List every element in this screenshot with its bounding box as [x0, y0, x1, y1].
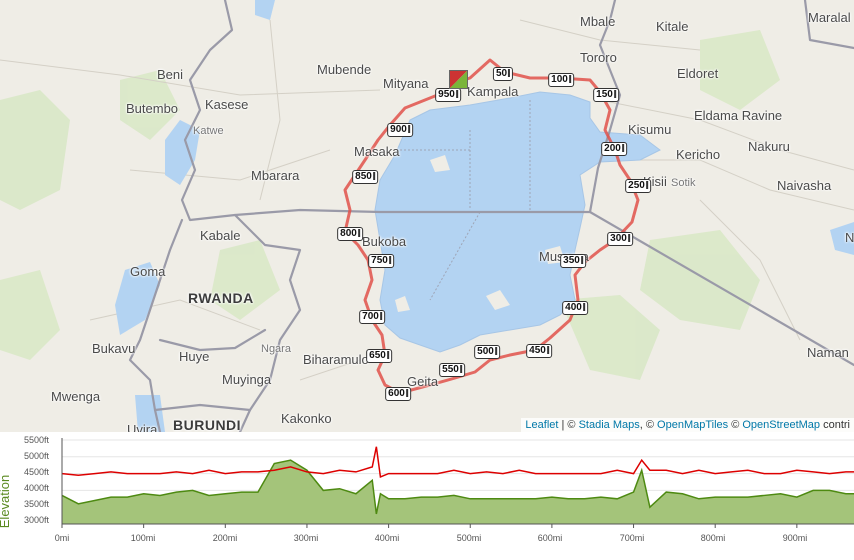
attribution-tail: contri: [820, 419, 850, 431]
mile-marker-600[interactable]: 600: [385, 387, 411, 401]
place-beni: Beni: [157, 67, 184, 82]
map-view[interactable]: Mbale Kitale Maralal Beni Mubende Mityan…: [0, 0, 854, 432]
place-kasese: Kasese: [205, 97, 249, 112]
attribution-separator: , ©: [639, 419, 658, 431]
place-bukavu: Bukavu: [92, 341, 136, 356]
start-finish-marker[interactable]: [449, 70, 468, 89]
place-eldama-ravine: Eldama Ravine: [694, 108, 783, 123]
attribution-separator: ©: [728, 419, 743, 431]
mile-marker-750[interactable]: 750: [368, 254, 394, 268]
place-ngara: Ngara: [261, 343, 291, 355]
place-butembo: Butembo: [126, 101, 179, 116]
leaflet-link[interactable]: Leaflet: [525, 419, 558, 431]
mile-marker-700[interactable]: 700: [359, 310, 385, 324]
place-goma: Goma: [130, 264, 166, 279]
place-rwanda: RWANDA: [188, 290, 254, 306]
mile-marker-350[interactable]: 350: [560, 254, 586, 268]
attribution-separator: | ©: [558, 419, 579, 431]
openstreetmap-link[interactable]: OpenStreetMap: [742, 419, 820, 431]
place-geita: Geita: [407, 374, 439, 389]
place-sotik: Sotik: [671, 177, 696, 189]
mile-marker-250[interactable]: 250: [625, 179, 651, 193]
place-mbarara: Mbarara: [251, 168, 300, 183]
elevation-profile[interactable]: Elevation 5500ft 5000ft 4500ft 4000ft 35…: [0, 432, 854, 560]
mile-marker-550[interactable]: 550: [439, 363, 465, 377]
elevation-cap-line: [61, 446, 854, 479]
place-masaka: Masaka: [354, 144, 400, 159]
place-uvira: Uvira: [127, 422, 158, 432]
mile-marker-850[interactable]: 850: [352, 170, 378, 184]
map-attribution: Leaflet | © Stadia Maps, © OpenMapTiles …: [521, 418, 854, 432]
start-finish-icon: [450, 71, 467, 88]
place-huye: Huye: [179, 349, 210, 364]
mile-marker-950[interactable]: 950: [435, 88, 461, 102]
place-tororo: Tororo: [580, 50, 617, 65]
place-katwe: Katwe: [193, 125, 224, 137]
place-mubende: Mubende: [317, 62, 372, 77]
mile-marker-50[interactable]: 50: [492, 67, 514, 81]
place-mityana: Mityana: [383, 76, 429, 91]
stadia-link[interactable]: Stadia Maps: [579, 419, 640, 431]
place-kitale: Kitale: [656, 19, 689, 34]
openmaptiles-link[interactable]: OpenMapTiles: [657, 419, 728, 431]
mile-marker-900[interactable]: 900: [387, 123, 413, 137]
mile-marker-500[interactable]: 500: [474, 345, 500, 359]
place-bukoba: Bukoba: [362, 234, 407, 249]
place-kakonko: Kakonko: [281, 411, 332, 426]
mile-marker-400[interactable]: 400: [562, 301, 588, 315]
place-naivasha: Naivasha: [777, 178, 832, 193]
mile-marker-150[interactable]: 150: [593, 88, 619, 102]
place-kabale: Kabale: [200, 228, 241, 243]
mile-marker-650[interactable]: 650: [366, 349, 392, 363]
place-kisumu: Kisumu: [628, 122, 672, 137]
place-mbale: Mbale: [580, 14, 616, 29]
mile-marker-450[interactable]: 450: [526, 344, 552, 358]
place-kericho: Kericho: [676, 147, 721, 162]
mile-marker-800[interactable]: 800: [337, 227, 363, 241]
place-mwenga: Mwenga: [51, 389, 101, 404]
place-burundi: BURUNDI: [173, 417, 242, 432]
place-namanga: Naman: [807, 345, 849, 360]
place-muyinga: Muyinga: [222, 372, 272, 387]
mile-marker-200[interactable]: 200: [601, 142, 627, 156]
mile-marker-100[interactable]: 100: [548, 73, 574, 87]
place-nakuru: Nakuru: [748, 139, 790, 154]
place-kampala: Kampala: [467, 84, 519, 99]
place-nairobi-partial: N: [845, 230, 854, 245]
elevation-chart[interactable]: [0, 432, 854, 560]
place-eldoret: Eldoret: [677, 66, 719, 81]
map-base: [0, 0, 854, 432]
place-biharamulo: Biharamulo: [303, 352, 369, 367]
mile-marker-300[interactable]: 300: [607, 232, 633, 246]
place-maralal: Maralal: [808, 10, 851, 25]
